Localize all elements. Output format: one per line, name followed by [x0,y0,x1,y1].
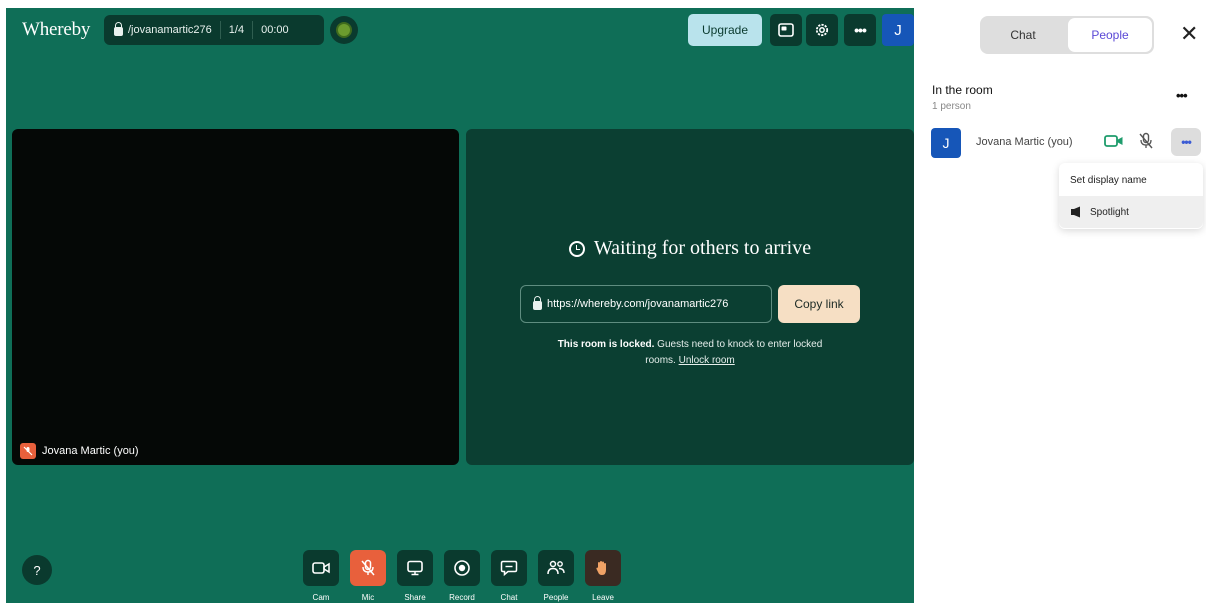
set-display-name-label: Set display name [1070,174,1147,186]
spotlight-label: Spotlight [1090,206,1129,218]
room-link-field[interactable]: https://whereby.com/jovanamartic276 [520,285,772,323]
connection-status-button[interactable] [330,16,358,44]
call-timer: 00:00 [261,24,289,36]
chat-label: Chat [500,593,518,602]
participant-context-menu: Set display name Spotlight [1059,163,1203,229]
camera-icon [312,562,330,574]
self-name-tag: Jovana Martic (you) [20,443,139,459]
record-button[interactable] [444,550,480,586]
participant-camera-icon [1104,134,1124,153]
side-panel: Chat People ✕ In the room 1 person ••• J… [918,0,1206,603]
participant-mic-off-icon [1138,132,1154,155]
divider [219,21,221,39]
leave-button[interactable] [585,550,621,586]
share-button[interactable] [397,550,433,586]
user-avatar[interactable]: J [882,14,914,46]
settings-button[interactable] [806,14,838,46]
person-count: 1 person [932,101,971,112]
record-label: Record [449,593,475,602]
help-button[interactable]: ? [22,555,52,585]
waiting-title: Waiting for others to arrive [593,237,812,259]
upgrade-button[interactable]: Upgrade [688,14,762,46]
tab-chat[interactable]: Chat [980,16,1066,54]
waiting-tile: Waiting for others to arrive https://whe… [466,129,914,465]
menu-item-spotlight[interactable]: Spotlight [1059,196,1203,228]
chat-button[interactable] [491,550,527,586]
participant-name: Jovana Martic (you) [976,136,1073,148]
locked-room-note: This room is locked. Guests need to knoc… [556,337,824,369]
waving-hand-icon [596,561,606,575]
room-info-pill[interactable]: /jovanamartic276 1/4 00:00 [104,15,324,45]
screen-share-icon [407,560,423,576]
network-indicator-icon [338,24,350,36]
mic-label: Mic [361,593,375,602]
whereby-logo[interactable]: Whereby [22,19,90,41]
locked-bold-text: This room is locked. [557,339,655,350]
close-panel-icon[interactable]: ✕ [1180,23,1202,45]
video-stage: Whereby /jovanamartic276 1/4 00:00 Upgra… [6,8,914,603]
picture-in-picture-button[interactable] [770,14,802,46]
copy-link-button[interactable]: Copy link [778,285,860,323]
waiting-heading: Waiting for others to arrive [466,237,914,260]
divider [252,21,254,39]
room-more-options-icon[interactable]: ••• [1176,88,1188,103]
mic-button[interactable] [350,550,386,586]
section-title: In the room [932,83,993,97]
people-button[interactable] [538,550,574,586]
mic-off-icon [20,443,36,459]
self-video-tile: Jovana Martic (you) [12,129,459,465]
people-icon [547,560,565,575]
more-options-button[interactable]: ••• [844,14,876,46]
participant-more-button[interactable]: ••• [1171,128,1201,156]
unlock-room-link[interactable]: Unlock room [679,355,735,366]
more-dots-icon: ••• [854,22,867,38]
participant-count: 1/4 [228,24,245,36]
mic-off-icon [361,559,375,576]
participant-avatar: J [931,128,961,158]
spotlight-icon [1071,206,1080,218]
lock-icon [114,21,123,36]
panel-tabs: Chat People [980,16,1154,54]
picture-in-picture-icon [778,23,794,37]
clock-icon [568,240,585,257]
self-name-label: Jovana Martic (you) [42,445,139,457]
cam-label: Cam [312,593,330,602]
cam-button[interactable] [303,550,339,586]
more-dots-icon: ••• [1181,135,1192,149]
leave-label: Leave [592,593,614,602]
tab-people[interactable]: People [1068,18,1152,52]
share-label: Share [404,593,426,602]
room-name: /jovanamartic276 [128,24,212,36]
lock-icon [533,295,542,310]
gear-icon [815,23,829,37]
people-label: People [543,593,569,602]
record-icon [454,560,470,576]
room-link-text: https://whereby.com/jovanamartic276 [547,298,729,310]
chat-bubble-icon [500,560,518,577]
menu-item-set-display-name[interactable]: Set display name [1059,164,1203,196]
